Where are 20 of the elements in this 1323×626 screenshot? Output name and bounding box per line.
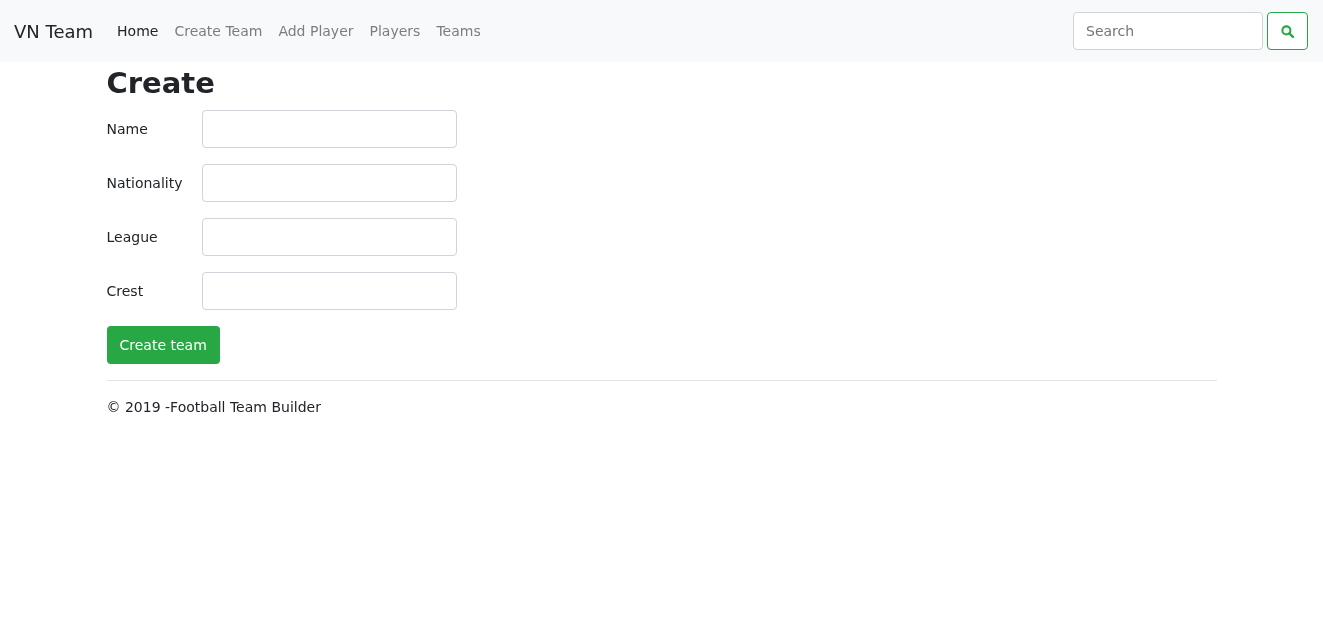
input-field[interactable] xyxy=(201,217,457,256)
field-label: League xyxy=(106,228,159,245)
nav-link[interactable]: Add Player xyxy=(278,23,354,39)
field-label: Nationality xyxy=(106,174,184,191)
input-field[interactable] xyxy=(201,109,457,148)
page-heading: Create xyxy=(106,66,216,101)
search-button[interactable] xyxy=(1267,12,1308,50)
input-field[interactable] xyxy=(201,163,457,202)
create-team-button[interactable]: Create team xyxy=(106,325,220,364)
footer-text: © 2019 -Football Team Builder xyxy=(106,398,322,415)
field-label: Name xyxy=(106,120,149,137)
search-icon xyxy=(1281,24,1294,38)
search-field[interactable]: Search xyxy=(1073,12,1263,50)
input-field[interactable] xyxy=(201,271,457,310)
nav-link[interactable]: Teams xyxy=(436,23,481,39)
nav-link[interactable]: Home xyxy=(117,23,159,39)
field-label: Crest xyxy=(106,282,145,299)
nav-link[interactable]: Players xyxy=(369,23,421,39)
brand-link[interactable]: VN Team xyxy=(14,20,94,42)
nav-link[interactable]: Create Team xyxy=(174,23,263,39)
